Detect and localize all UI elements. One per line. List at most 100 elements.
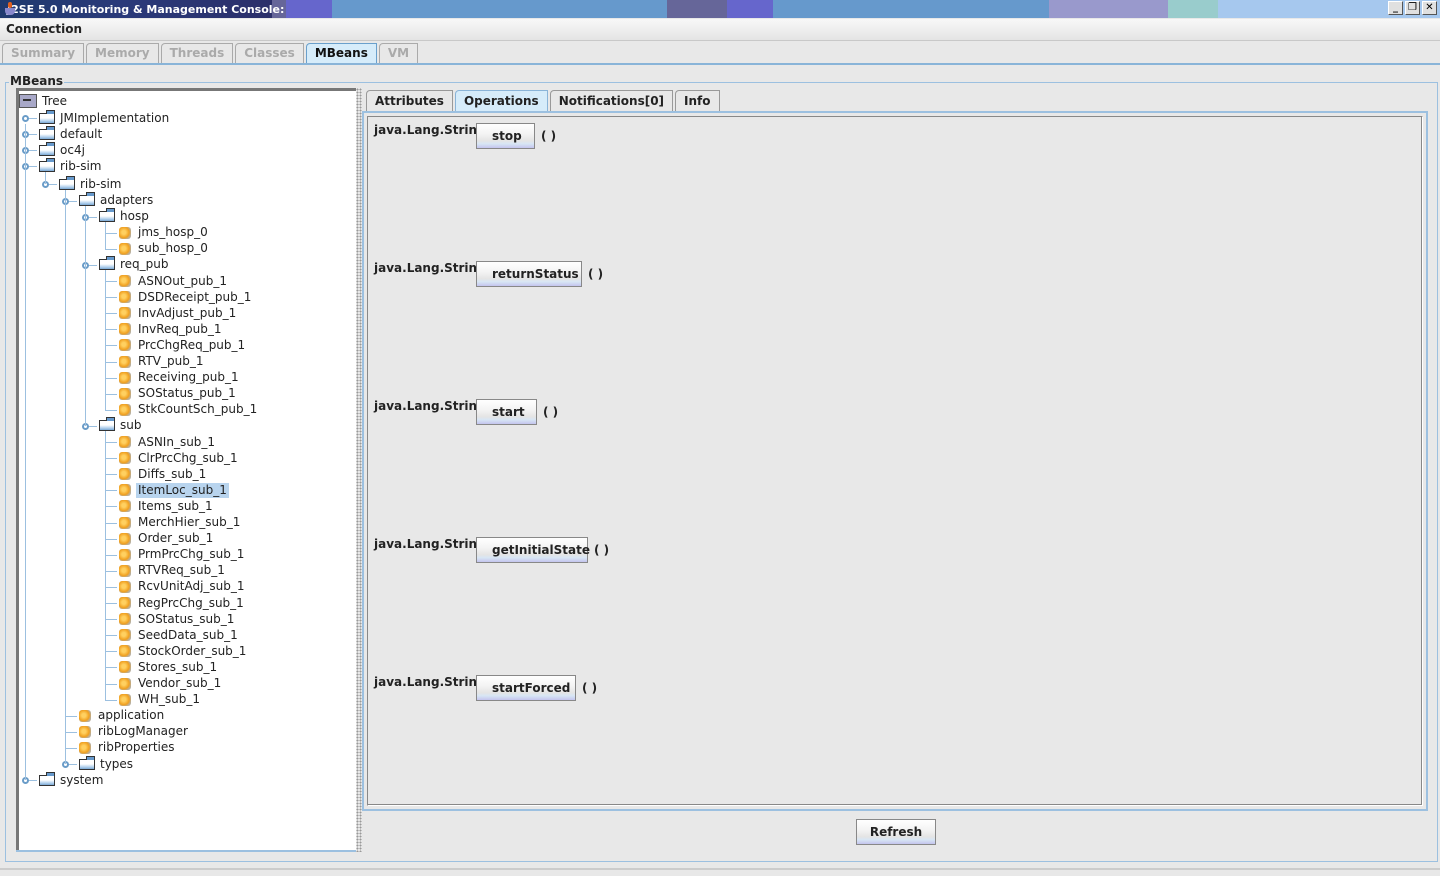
tree-node[interactable]: RTVReq_sub_1	[119, 563, 227, 579]
tab-notifications[interactable]: Notifications[0]	[549, 90, 674, 111]
tree-node[interactable]: jms_hosp_0	[119, 225, 210, 241]
tree-node[interactable]: Order_sub_1	[119, 531, 215, 547]
minimize-button[interactable]: _	[1388, 1, 1403, 15]
operation-params: ( )	[594, 543, 610, 557]
tree-node[interactable]: RTV_pub_1	[119, 354, 205, 370]
tree-node[interactable]: rib-sim	[39, 157, 104, 174]
tree-node[interactable]: JMImplementation	[39, 109, 171, 126]
title-bar-stripe	[1168, 0, 1218, 18]
tree-node-label: InvReq_pub_1	[138, 321, 222, 336]
tree-node[interactable]: InvReq_pub_1	[119, 321, 224, 337]
close-button[interactable]: ✕	[1422, 1, 1437, 15]
tree-node-label: Stores_sub_1	[138, 659, 218, 674]
tree-connector	[105, 409, 117, 411]
tree-node[interactable]: RegPrcChg_sub_1	[119, 595, 246, 611]
mbean-icon	[79, 709, 91, 722]
tree-root[interactable]: Tree	[19, 93, 69, 109]
tree-node[interactable]: StockOrder_sub_1	[119, 643, 248, 659]
tree-node[interactable]: ASNOut_pub_1	[119, 273, 229, 289]
tab-vm[interactable]: VM	[378, 43, 419, 63]
title-bar-stripe	[727, 0, 773, 18]
tree-node[interactable]: DSDReceipt_pub_1	[119, 289, 253, 305]
title-bar-stripe	[1049, 0, 1168, 18]
tree-node[interactable]: sub	[99, 417, 143, 434]
tree-node-label: jms_hosp_0	[138, 225, 208, 240]
folder-icon	[39, 141, 55, 156]
tree-connector	[105, 232, 117, 234]
tree-node-label: rib-sim	[60, 158, 102, 173]
tree-node[interactable]: ribLogManager	[79, 724, 190, 740]
tree-node[interactable]: ClrPrcChg_sub_1	[119, 450, 240, 466]
folder-icon	[99, 208, 115, 223]
tree-connector	[105, 570, 117, 572]
tree-node[interactable]: InvAdjust_pub_1	[119, 305, 238, 321]
tree-node[interactable]: SOStatus_sub_1	[119, 611, 236, 627]
tree-node[interactable]: sub_hosp_0	[119, 241, 210, 257]
tree-connector	[105, 667, 117, 669]
tree-node[interactable]: adapters	[79, 192, 155, 209]
tree-node[interactable]: RcvUnitAdj_sub_1	[119, 579, 247, 595]
tree-node[interactable]: ribProperties	[79, 740, 177, 756]
tree-node[interactable]: types	[79, 755, 135, 772]
operation-getinitialstate-button[interactable]: getInitialState	[476, 537, 590, 563]
tree-node-label: default	[60, 126, 103, 141]
tab-operations[interactable]: Operations	[454, 90, 548, 111]
tree-connector	[105, 554, 117, 556]
tree-node[interactable]: PrmPrcChg_sub_1	[119, 547, 246, 563]
operation-returnstatus-button[interactable]: returnStatus	[476, 261, 582, 287]
tree-node[interactable]: Stores_sub_1	[119, 659, 219, 675]
mbean-icon	[119, 291, 131, 304]
tree-connector	[105, 458, 117, 460]
tab-summary[interactable]: Summary	[2, 43, 85, 63]
tree-connector	[105, 619, 117, 621]
tab-info[interactable]: Info	[675, 90, 720, 111]
operation-stop-button[interactable]: stop	[476, 123, 535, 149]
tree-node[interactable]: Items_sub_1	[119, 498, 215, 514]
window-title-bar[interactable]: J2SE 5.0 Monitoring & Management Console…	[0, 0, 1440, 18]
tab-threads[interactable]: Threads	[160, 43, 234, 63]
operation-params: ( )	[541, 129, 557, 143]
tree-node[interactable]: rib-sim	[59, 175, 124, 192]
mbean-icon	[119, 564, 131, 577]
tree-node[interactable]: WH_sub_1	[119, 692, 202, 708]
tree-node-label: SOStatus_pub_1	[138, 386, 236, 401]
mbean-icon	[119, 677, 131, 690]
tree-node[interactable]: application	[79, 708, 166, 724]
tree-node[interactable]: ASNIn_sub_1	[119, 434, 217, 450]
tree-node[interactable]: system	[39, 771, 105, 788]
tree-connector	[105, 329, 117, 331]
tree-connector	[65, 188, 66, 764]
tree-node-label: ribLogManager	[98, 724, 188, 739]
mbean-icon	[119, 323, 131, 336]
tree-node-label: StockOrder_sub_1	[138, 643, 247, 658]
tree-node[interactable]: StkCountSch_pub_1	[119, 402, 259, 418]
tree-node[interactable]: SeedData_sub_1	[119, 627, 240, 643]
mbean-tree[interactable]: Tree JMImplementation default oc4j rib-sim r…	[16, 88, 356, 852]
tree-node[interactable]: ItemLoc_sub_1	[119, 482, 229, 498]
tree-node[interactable]: default	[39, 125, 104, 142]
tree-node[interactable]: MerchHier_sub_1	[119, 515, 242, 531]
tab-memory[interactable]: Memory	[86, 43, 159, 63]
tree-node[interactable]: Diffs_sub_1	[119, 466, 208, 482]
tree-node[interactable]: oc4j	[39, 141, 87, 158]
tree-connector	[105, 393, 117, 395]
tree-connector	[65, 747, 77, 749]
tree-connector	[105, 220, 106, 249]
mbean-icon	[119, 226, 131, 239]
tab-attributes[interactable]: Attributes	[366, 90, 453, 111]
menu-connection[interactable]: Connection	[6, 22, 82, 36]
tree-expand-handle[interactable]	[22, 115, 29, 122]
mbean-icon	[119, 693, 131, 706]
tree-node[interactable]: Vendor_sub_1	[119, 676, 223, 692]
tree-node[interactable]: SOStatus_pub_1	[119, 386, 238, 402]
restore-button[interactable]: ❐	[1405, 1, 1420, 15]
refresh-button[interactable]: Refresh	[856, 819, 936, 845]
tree-node[interactable]: req_pub	[99, 256, 171, 273]
tree-node[interactable]: PrcChgReq_pub_1	[119, 337, 247, 353]
tab-mbeans[interactable]: MBeans	[305, 43, 377, 63]
tree-node[interactable]: hosp	[99, 208, 151, 225]
tree-node[interactable]: Receiving_pub_1	[119, 370, 241, 386]
operation-start-button[interactable]: start	[476, 399, 537, 425]
operation-startforced-button[interactable]: startForced	[476, 675, 576, 701]
tab-classes[interactable]: Classes	[235, 43, 304, 63]
